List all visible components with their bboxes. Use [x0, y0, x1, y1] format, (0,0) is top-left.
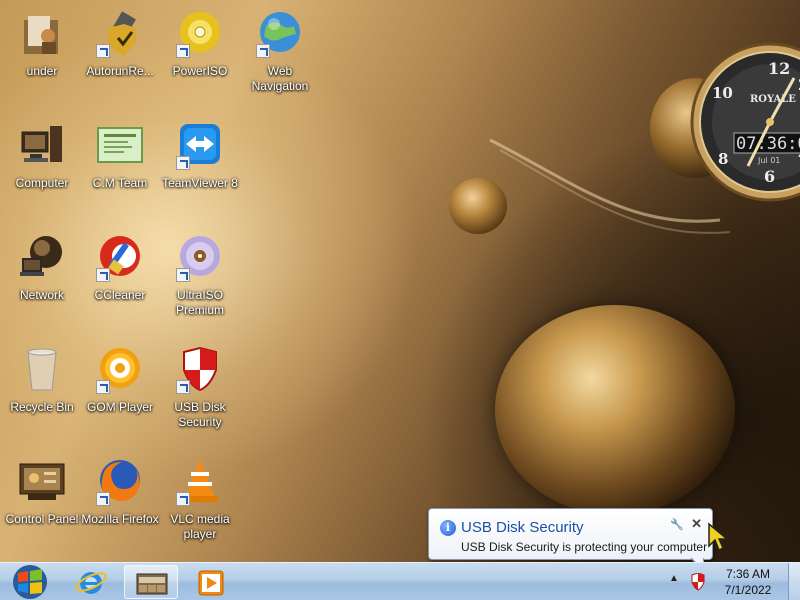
certificate-icon — [96, 122, 144, 170]
taskbar-clock[interactable]: 7:36 AM 7/1/2022 — [712, 565, 784, 599]
tray-shield-icon[interactable] — [690, 572, 706, 591]
disc-gold-icon — [176, 10, 224, 58]
gadget-digital-time: 07:36:0 — [736, 134, 800, 154]
globe-icon — [256, 10, 304, 58]
desktop-icon-usb-disk-security[interactable]: USB Disk Security — [158, 340, 242, 446]
desktop-icon-autorunremover[interactable]: AutorunRe... — [78, 4, 162, 110]
desktop-icon-label: Computer — [15, 176, 69, 190]
desktop-icon-mozilla-firefox[interactable]: Mozilla Firefox — [78, 452, 162, 558]
usb-shield-icon — [96, 10, 144, 58]
desktop-icon-label: GOM Player — [86, 400, 153, 414]
media-player-icon — [198, 570, 224, 596]
desktop-icon-label: Web Navigation — [251, 64, 309, 93]
folder-user-icon — [18, 10, 66, 58]
desktop-icon-label: VLC media player — [170, 512, 230, 541]
clock-gadget[interactable]: 12 2 10 4 8 6 ROYALE 07:36:0 Jul 01 — [690, 42, 800, 202]
shortcut-arrow-icon — [176, 156, 190, 170]
gadget-date: Jul 01 — [757, 156, 780, 165]
desktop-icon-label: CCleaner — [94, 288, 146, 302]
desktop-icon-teamviewer[interactable]: TeamViewer 8 — [158, 116, 242, 222]
desktop-icon-gom-player[interactable]: GOM Player — [78, 340, 162, 446]
start-button[interactable] — [2, 563, 58, 600]
show-hidden-icons-chevron-icon[interactable]: ▲ — [668, 573, 680, 587]
computer-icon — [18, 122, 66, 170]
gadget-numeral: 8 — [718, 150, 728, 168]
disc-purple-icon — [176, 234, 224, 282]
notification-title: USB Disk Security — [461, 519, 584, 536]
clock-date: 7/1/2022 — [724, 583, 772, 597]
desktop-icon-vlc[interactable]: VLC media player — [158, 452, 242, 558]
options-icon[interactable]: 🔧 — [670, 518, 684, 531]
desktop-icon-control-panel[interactable]: Control Panel — [0, 452, 84, 558]
ie-icon — [75, 572, 107, 594]
desktop-icon-label: C.M Team — [92, 176, 148, 190]
desktop-icon-computer[interactable]: Computer — [0, 116, 84, 222]
desktop-icon-label: Mozilla Firefox — [81, 512, 159, 526]
shortcut-arrow-icon — [176, 380, 190, 394]
teamviewer-icon — [176, 122, 224, 170]
network-icon — [18, 234, 66, 282]
info-icon: i — [440, 520, 456, 536]
desktop-icon-cm-team[interactable]: C.M Team — [78, 116, 162, 222]
desktop-icon-label: UltraISO Premium — [175, 288, 224, 317]
notification-balloon[interactable]: i USB Disk Security USB Disk Security is… — [428, 508, 713, 562]
folder-icon — [136, 573, 168, 595]
gadget-brand: ROYALE — [750, 94, 796, 105]
shortcut-arrow-icon — [96, 380, 110, 394]
close-icon[interactable]: ✕ — [691, 516, 702, 532]
desktop-icon-network[interactable]: Network — [0, 228, 84, 334]
wallpaper-orb-large — [495, 305, 735, 515]
shortcut-arrow-icon — [256, 44, 270, 58]
taskbar-button-file-explorer[interactable] — [124, 565, 178, 599]
taskbar-button-media-player[interactable] — [184, 565, 238, 599]
control-panel-icon — [18, 458, 66, 506]
mouse-cursor-icon — [708, 522, 729, 552]
desktop-icon-under[interactable]: under — [0, 4, 84, 110]
clock-time: 7:36 AM — [725, 567, 771, 581]
gadget-numeral: 6 — [764, 167, 775, 186]
show-desktop-button[interactable] — [788, 563, 800, 600]
desktop-icon-label: PowerISO — [172, 64, 228, 78]
desktop-icon-label: TeamViewer 8 — [162, 176, 238, 190]
shortcut-arrow-icon — [96, 492, 110, 506]
taskbar-button-internet-explorer[interactable] — [64, 565, 118, 599]
desktop-icon-ccleaner[interactable]: CCleaner — [78, 228, 162, 334]
desktop-icon-web-navigation[interactable]: Web Navigation — [238, 4, 322, 110]
firefox-icon — [96, 458, 144, 506]
desktop-background[interactable]: under AutorunRe... PowerISO Web Navigati… — [0, 0, 800, 562]
desktop-icon-label: USB Disk Security — [174, 400, 226, 429]
taskbar: ▲ 7:36 AM 7/1/2022 — [0, 562, 800, 600]
desktop-icon-label: under — [26, 64, 58, 78]
desktop-icon-label: Control Panel — [5, 512, 79, 526]
gadget-numeral: 12 — [768, 59, 790, 78]
shortcut-arrow-icon — [96, 44, 110, 58]
gom-player-icon — [96, 346, 144, 394]
desktop-icon-label: Recycle Bin — [10, 400, 74, 414]
recycle-bin-icon — [18, 346, 66, 394]
vlc-icon — [176, 458, 224, 506]
shortcut-arrow-icon — [96, 268, 110, 282]
shield-icon — [176, 346, 224, 394]
desktop-icon-recycle-bin[interactable]: Recycle Bin — [0, 340, 84, 446]
notification-body: USB Disk Security is protecting your com… — [461, 540, 708, 554]
shortcut-arrow-icon — [176, 492, 190, 506]
desktop-icon-poweriso[interactable]: PowerISO — [158, 4, 242, 110]
desktop-icon-label: Network — [19, 288, 64, 302]
shortcut-arrow-icon — [176, 44, 190, 58]
desktop-icon-ultraiso[interactable]: UltraISO Premium — [158, 228, 242, 334]
shortcut-arrow-icon — [176, 268, 190, 282]
gadget-numeral: 10 — [712, 84, 733, 102]
desktop-icon-label: AutorunRe... — [86, 64, 154, 78]
ccleaner-icon — [96, 234, 144, 282]
